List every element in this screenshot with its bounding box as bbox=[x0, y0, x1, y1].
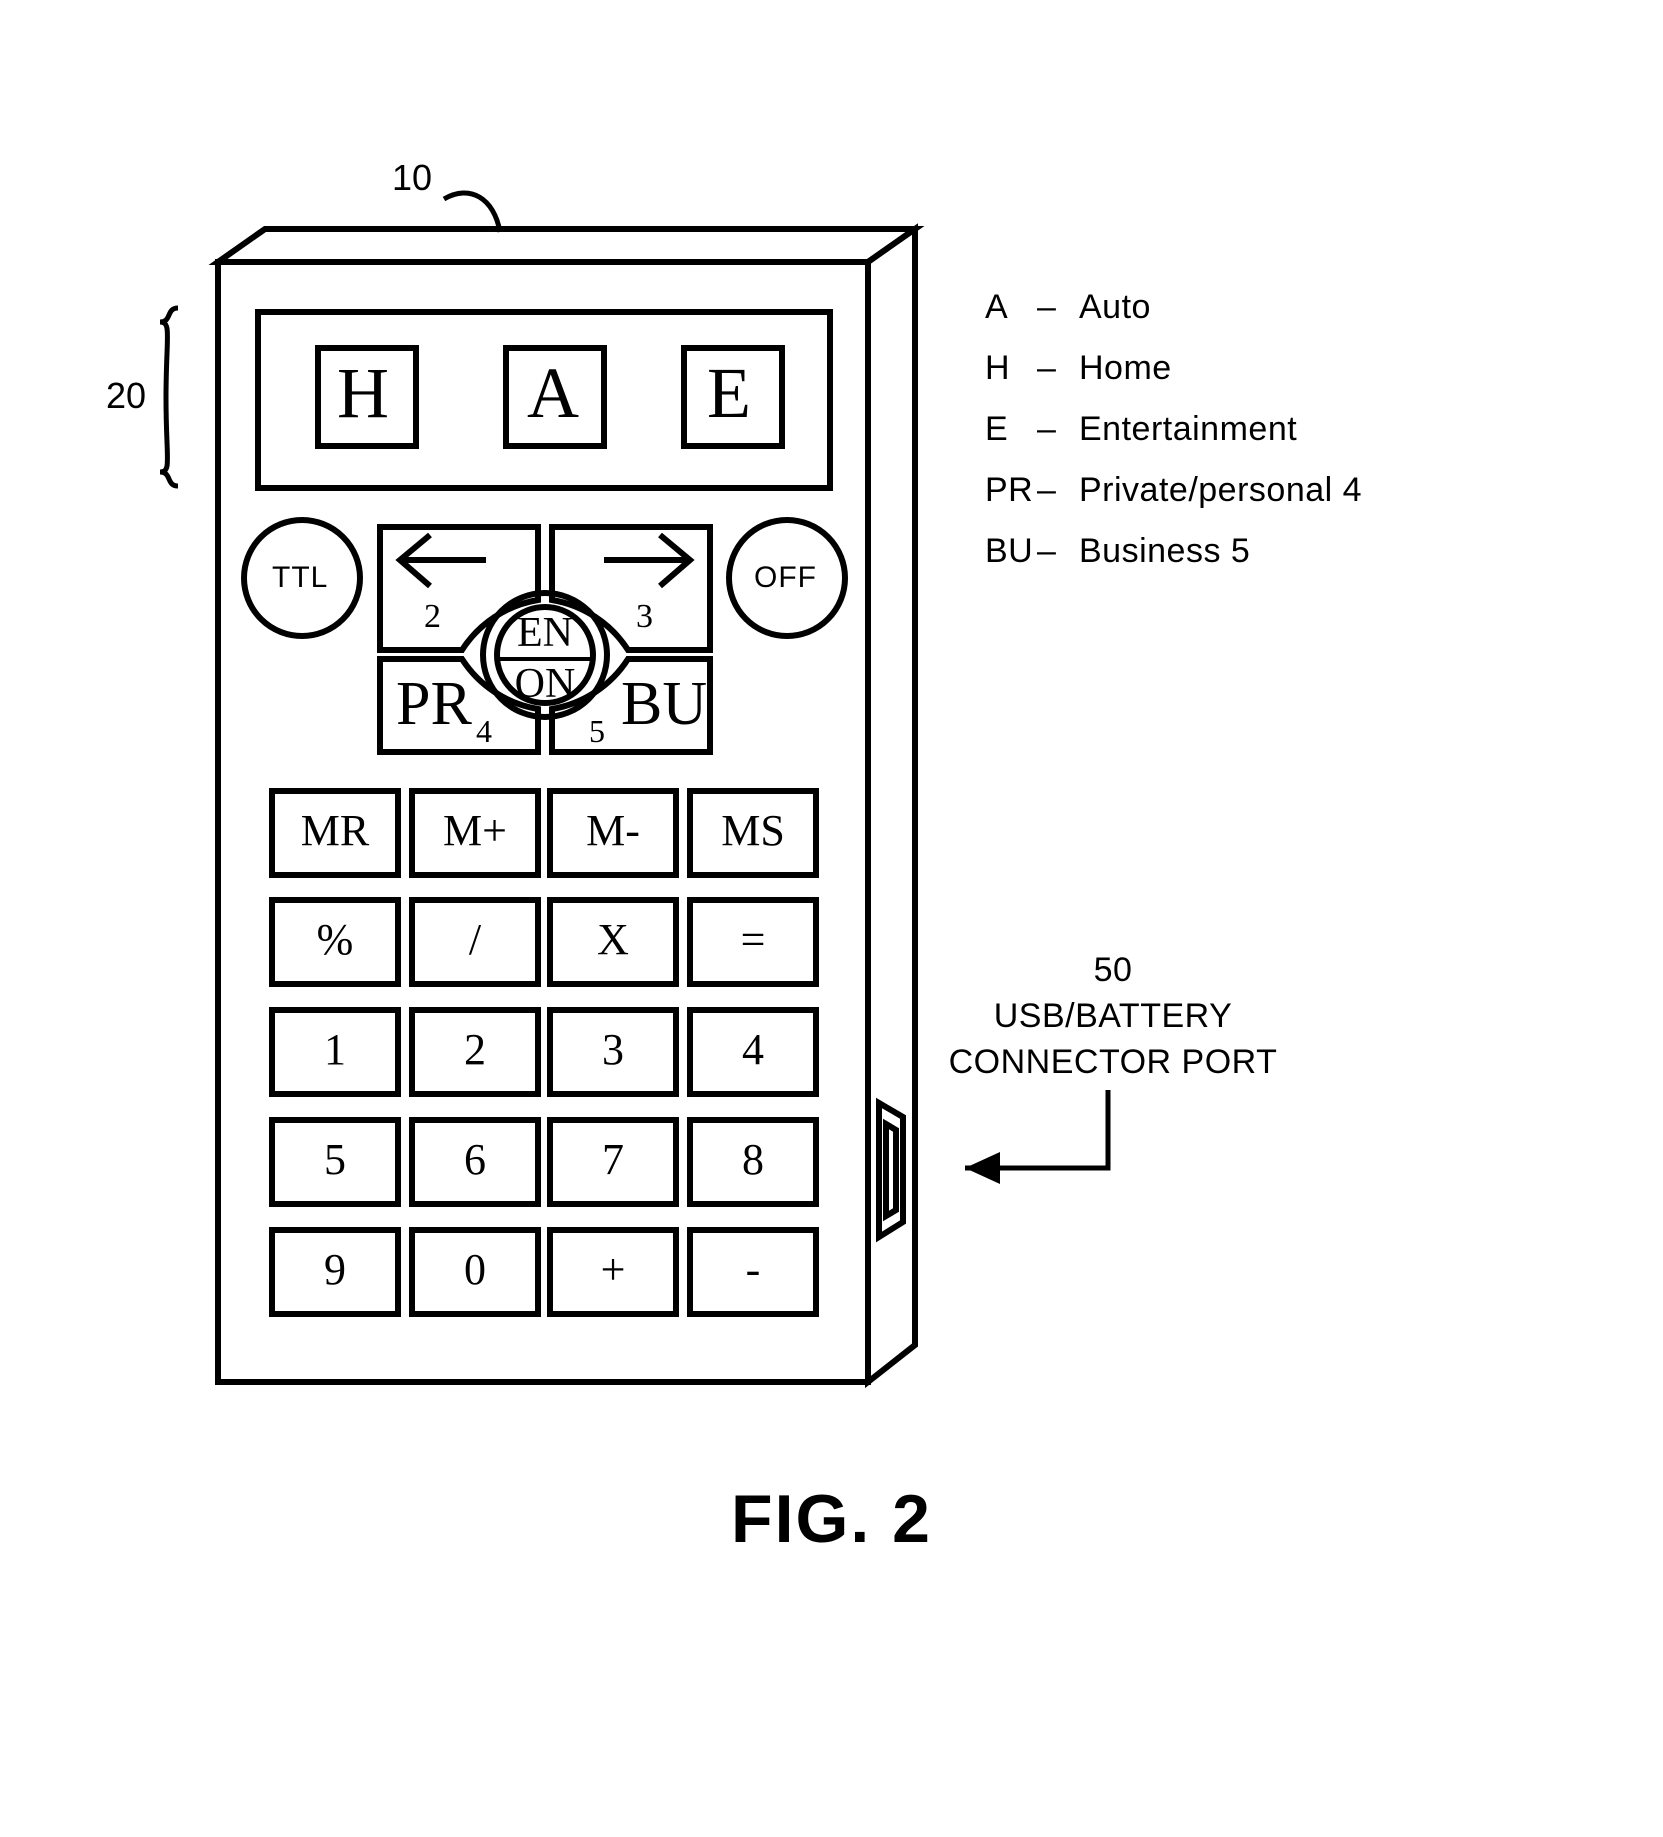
legend-dash-h: – bbox=[1037, 349, 1057, 387]
key-9[interactable]: 9 bbox=[272, 1248, 398, 1292]
figure-linework bbox=[159, 190, 1111, 1389]
pr-key-number: 4 bbox=[476, 713, 492, 749]
display-letter-home: H bbox=[337, 353, 389, 433]
callout-20-number: 20 bbox=[106, 375, 147, 416]
usb-port-callout: 50 USB/BATTERY CONNECTOR PORT bbox=[928, 948, 1298, 1086]
display-letter-auto: A bbox=[527, 353, 579, 433]
left-arrow-glyph bbox=[395, 532, 486, 589]
key-ms[interactable]: MS bbox=[690, 809, 816, 853]
key-equals[interactable]: = bbox=[690, 918, 816, 962]
pr-key-label[interactable]: PR bbox=[396, 673, 472, 735]
patent-figure: 10 20 H A E TTL OFF 2 3 EN ON PR 4 BU 5 … bbox=[0, 0, 1663, 1837]
legend-row-business: BU – Business 5 bbox=[985, 532, 1362, 571]
enon-top-text: EN bbox=[517, 610, 573, 656]
usb-port-ref-number: 50 bbox=[1093, 951, 1133, 989]
legend-dash-bu: – bbox=[1037, 532, 1057, 570]
off-button-label[interactable]: OFF bbox=[754, 563, 817, 593]
ttl-button-label[interactable]: TTL bbox=[272, 563, 328, 593]
callout-50-leader bbox=[965, 1090, 1111, 1184]
legend-row-home: H – Home bbox=[985, 349, 1362, 388]
legend-row-private: PR – Private/personal 4 bbox=[985, 471, 1362, 510]
legend-code-pr: PR bbox=[985, 471, 1034, 509]
key-m-minus[interactable]: M- bbox=[550, 809, 676, 853]
bracket-20 bbox=[159, 305, 179, 489]
legend-code-bu: BU bbox=[985, 532, 1034, 570]
key-5[interactable]: 5 bbox=[272, 1138, 398, 1182]
key-plus[interactable]: + bbox=[550, 1248, 676, 1292]
legend-row-entertainment: E – Entertainment bbox=[985, 410, 1362, 449]
key-4[interactable]: 4 bbox=[690, 1028, 816, 1072]
left-arrow-key-number: 2 bbox=[424, 598, 441, 635]
key-percent[interactable]: % bbox=[272, 918, 398, 962]
legend-code-e: E bbox=[985, 410, 1009, 448]
legend-text-a: Auto bbox=[1079, 288, 1151, 326]
legend-code-a: A bbox=[985, 288, 1009, 326]
callout-10-number: 10 bbox=[392, 157, 433, 198]
key-3[interactable]: 3 bbox=[550, 1028, 676, 1072]
legend-dash-a: – bbox=[1037, 288, 1057, 326]
key-divide[interactable]: / bbox=[412, 918, 538, 962]
bu-key-label[interactable]: BU bbox=[621, 673, 707, 735]
legend-dash-e: – bbox=[1037, 410, 1057, 448]
usb-port-label-line1: USB/BATTERY bbox=[993, 996, 1233, 1035]
key-0[interactable]: 0 bbox=[412, 1248, 538, 1292]
key-minus[interactable]: - bbox=[690, 1248, 816, 1292]
legend-row-auto: A – Auto bbox=[985, 288, 1362, 327]
key-mr[interactable]: MR bbox=[272, 809, 398, 853]
display-letter-entertainment: E bbox=[707, 353, 751, 433]
legend-text-pr: Private/personal 4 bbox=[1079, 471, 1363, 509]
legend-text-h: Home bbox=[1079, 349, 1172, 387]
legend-dash-pr: – bbox=[1037, 471, 1057, 509]
key-8[interactable]: 8 bbox=[690, 1138, 816, 1182]
key-multiply[interactable]: X bbox=[550, 918, 676, 962]
usb-port-label-line2: CONNECTOR PORT bbox=[948, 1042, 1278, 1081]
figure-title: FIG. 2 bbox=[731, 1481, 932, 1557]
enon-button-label[interactable]: EN ON bbox=[497, 612, 593, 706]
device-top-face bbox=[208, 226, 925, 265]
legend: A – Auto H – Home E – Entertainment PR –… bbox=[985, 288, 1362, 593]
key-2[interactable]: 2 bbox=[412, 1028, 538, 1072]
key-6[interactable]: 6 bbox=[412, 1138, 538, 1182]
legend-text-e: Entertainment bbox=[1079, 410, 1298, 448]
device-side-face bbox=[865, 223, 918, 1389]
right-arrow-glyph bbox=[604, 532, 695, 589]
key-m-plus[interactable]: M+ bbox=[412, 809, 538, 853]
legend-code-h: H bbox=[985, 349, 1011, 387]
enon-bottom-text: ON bbox=[514, 660, 576, 707]
key-7[interactable]: 7 bbox=[550, 1138, 676, 1182]
right-arrow-key-number: 3 bbox=[636, 598, 653, 635]
key-1[interactable]: 1 bbox=[272, 1028, 398, 1072]
legend-text-bu: Business 5 bbox=[1079, 532, 1251, 570]
bu-key-number: 5 bbox=[589, 713, 605, 749]
